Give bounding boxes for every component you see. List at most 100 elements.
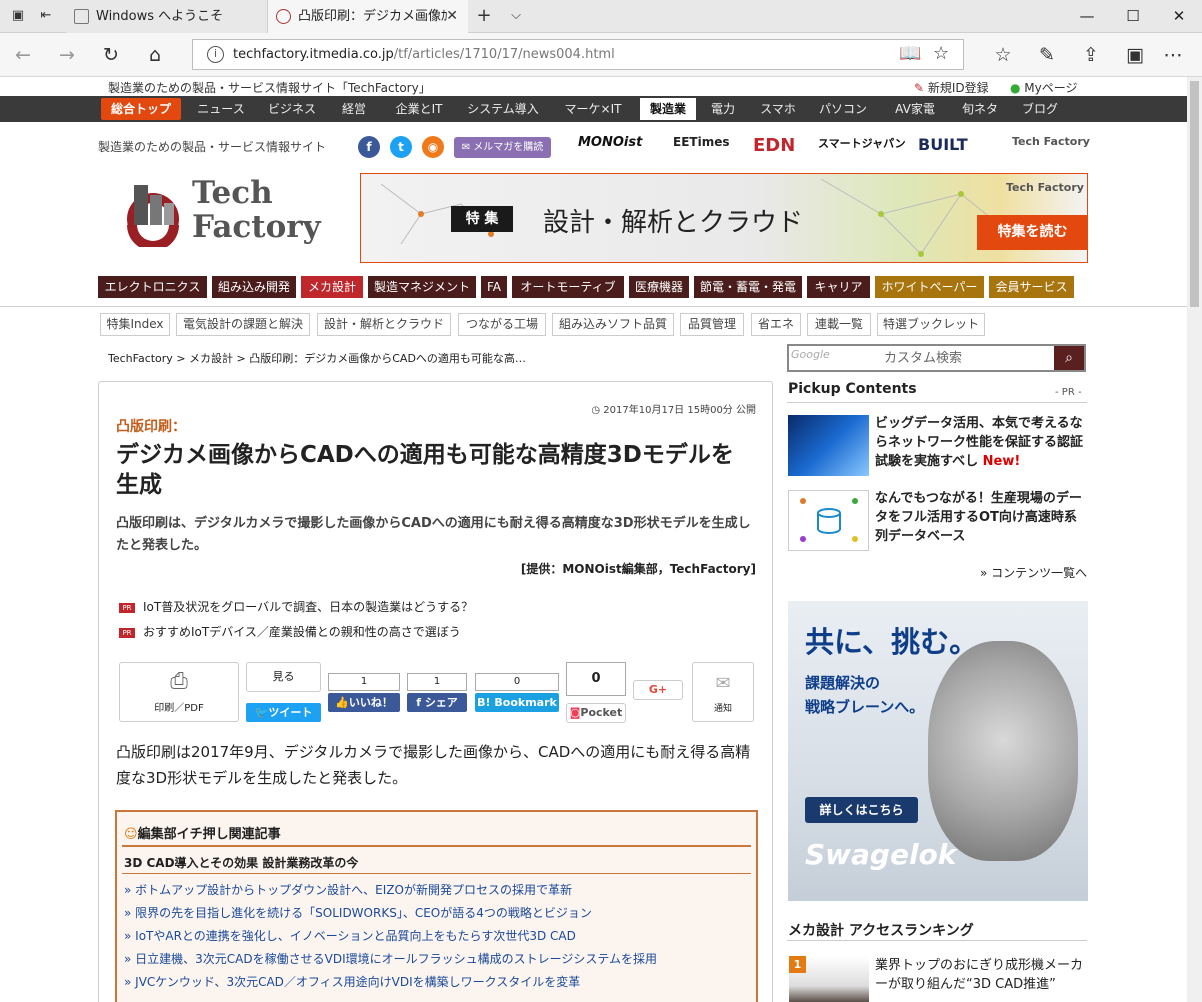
like-button[interactable]: 👍いいね！: [328, 693, 400, 712]
category-item[interactable]: FA: [481, 276, 507, 298]
tab-article[interactable]: 凸版印刷：デジカメ画像ｶ ✕: [268, 0, 468, 33]
google-plus-button[interactable]: G+: [633, 680, 683, 700]
category-item[interactable]: 組み込み開発: [212, 276, 296, 298]
page-scrollbar[interactable]: [1187, 77, 1202, 1002]
new-tab-icon[interactable]: +: [476, 7, 492, 25]
pickup-item[interactable]: ビッグデータ活用、本気で考えるならネットワーク性能を保証する認証試験を実施すべし…: [875, 414, 1087, 471]
gnav-item[interactable]: パソコン: [810, 96, 876, 122]
close-window-button[interactable]: ✕: [1156, 0, 1202, 33]
related-link[interactable]: » IoTやARとの連携を強化し、イノベーションと品質向上をもたらす次世代3D …: [124, 927, 576, 944]
twitter-icon[interactable]: t: [390, 136, 412, 158]
related-link[interactable]: » ボトムアップ設計からトップダウン設計へ、EIZOが新開発プロセスの採用で革新: [124, 881, 572, 898]
subnav-item[interactable]: 省エネ: [751, 313, 801, 336]
reading-view-icon[interactable]: 📖: [899, 43, 921, 64]
related-link[interactable]: » JVCケンウッド、3次元CAD／オフィス用途向けVDIを構築しワークスタイル…: [124, 973, 580, 990]
subnav-item[interactable]: つながる工場: [458, 313, 546, 336]
category-item[interactable]: キャリア: [807, 276, 870, 298]
techfactory-logo[interactable]: Tech Factory: [120, 175, 330, 255]
feature-banner[interactable]: 特 集 設計・解析とクラウド Tech Factory 特集を読む: [360, 173, 1088, 263]
gnav-item[interactable]: 経営: [330, 96, 378, 122]
category-item[interactable]: 会員サービス: [989, 276, 1074, 298]
scrollbar-thumb[interactable]: [1190, 81, 1199, 307]
brand-smartjapan-logo[interactable]: スマートジャパン: [818, 135, 906, 151]
back-icon[interactable]: ←: [10, 42, 36, 68]
pickup-item[interactable]: なんでもつながる！生産現場のデータをフル活用するOT向け高速時系列データベース: [875, 489, 1087, 546]
gnav-item[interactable]: システム導入: [459, 96, 547, 122]
category-item[interactable]: 医療機器: [629, 276, 689, 298]
extension-icon[interactable]: ▣: [1122, 42, 1148, 68]
database-diagram-image[interactable]: [788, 490, 869, 551]
refresh-icon[interactable]: ↻: [98, 42, 124, 68]
mypage-link[interactable]: ● Myページ: [1010, 79, 1078, 96]
share-icon[interactable]: ⇪: [1078, 42, 1104, 68]
address-bar[interactable]: i techfactory.itmedia.co.jp/tf/articles/…: [192, 39, 964, 70]
notify-button[interactable]: ✉ 通知: [692, 662, 754, 722]
gnav-item-active[interactable]: 製造業: [640, 98, 696, 120]
see-tweets-button[interactable]: 見る: [246, 662, 321, 692]
search-icon[interactable]: ⌕: [1054, 346, 1084, 370]
related-link[interactable]: » 限界の先を目指し進化を続ける「SOLIDWORKS」、CEOが語る4つの戦略…: [124, 904, 592, 921]
maximize-button[interactable]: ☐: [1110, 0, 1156, 33]
web-note-icon[interactable]: ✎: [1034, 42, 1060, 68]
favorite-star-icon[interactable]: ☆: [933, 43, 949, 64]
category-item[interactable]: エレクトロニクス: [98, 276, 207, 298]
brand-edn-logo[interactable]: EDN: [753, 135, 795, 156]
tweet-button[interactable]: 🐦ツイート: [246, 703, 321, 722]
gnav-item[interactable]: 電力: [700, 96, 746, 122]
breadcrumb[interactable]: TechFactory > メカ設計 > 凸版印刷：デジカメ画像からCADへの適…: [108, 350, 526, 366]
category-item[interactable]: 製造マネジメント: [368, 276, 476, 298]
swagelok-ad[interactable]: 共に、挑む。 課題解決の 戦略ブレーンへ。 詳しくはこちら Swagelok: [788, 601, 1088, 901]
subnav-item[interactable]: 品質管理: [680, 313, 744, 336]
read-feature-button[interactable]: 特集を読む: [977, 215, 1087, 250]
gnav-item[interactable]: ニュース: [187, 96, 255, 122]
register-link[interactable]: ✎ 新規ID登録: [914, 79, 989, 96]
subnav-item[interactable]: 特集Index: [100, 313, 170, 336]
minimize-button[interactable]: —: [1064, 0, 1110, 33]
tab-manager-icon[interactable]: ▣: [10, 8, 26, 24]
brand-eetimes-logo[interactable]: EETimes: [673, 135, 729, 149]
rss-icon[interactable]: ◉: [422, 136, 444, 158]
gnav-item[interactable]: ビジネス: [258, 96, 326, 122]
custom-search-box[interactable]: Google カスタム検索 ⌕: [787, 344, 1086, 372]
network-cable-image[interactable]: [788, 415, 869, 476]
subnav-item[interactable]: 特選ブックレット: [877, 313, 985, 336]
pr-link[interactable]: PR おすすめIoTデバイス／産業設備との親和性の高さで選ぼう: [119, 623, 461, 640]
category-item[interactable]: 節電・蓄電・発電: [694, 276, 802, 298]
hatena-bookmark-button[interactable]: B! Bookmark: [475, 693, 559, 712]
print-pdf-button[interactable]: ⎙ 印刷／PDF: [119, 662, 239, 722]
forward-icon[interactable]: →: [54, 42, 80, 68]
pocket-button[interactable]: ◙Pocket: [566, 703, 626, 723]
mailmag-button[interactable]: ✉ メルマガを購読: [454, 137, 551, 158]
subnav-item[interactable]: 設計・解析とクラウド: [317, 313, 451, 336]
site-info-icon[interactable]: i: [207, 46, 224, 63]
gnav-item[interactable]: AV家電: [880, 96, 950, 122]
subnav-item[interactable]: 組み込みソフト品質: [552, 313, 674, 336]
gnav-item[interactable]: ブログ: [1010, 96, 1070, 122]
ranking-item[interactable]: 業界トップのおにぎり成形機メーカーが取り組んだ“3D CAD推進”: [875, 956, 1087, 994]
category-item[interactable]: ホワイトペーパー: [875, 276, 984, 298]
pr-link[interactable]: PR IoT普及状況をグローバルで調査、日本の製造業はどうする？: [119, 598, 473, 615]
more-icon[interactable]: ⋯: [1160, 42, 1186, 68]
brand-built-logo[interactable]: BUILT: [918, 135, 968, 154]
set-tabs-aside-icon[interactable]: ⇤: [38, 8, 54, 24]
category-item-active[interactable]: メカ設計: [301, 276, 363, 298]
subnav-item[interactable]: 連載一覧: [807, 313, 871, 336]
brand-techfactory-logo[interactable]: Tech Factory: [1012, 135, 1090, 148]
gnav-item[interactable]: スマホ: [750, 96, 806, 122]
gnav-item[interactable]: 総合トップ: [101, 98, 181, 120]
contents-list-link[interactable]: » コンテンツ一覧へ: [980, 564, 1087, 581]
gnav-item[interactable]: 旬ネタ: [954, 96, 1006, 122]
brand-monoist-logo[interactable]: MONOist: [578, 135, 642, 150]
tab-windows-welcome[interactable]: Windows へようこそ: [66, 0, 268, 33]
home-icon[interactable]: ⌂: [142, 42, 168, 68]
gnav-item[interactable]: 企業とIT: [382, 96, 456, 122]
close-tab-icon[interactable]: ✕: [446, 0, 458, 33]
favorites-hub-icon[interactable]: ☆: [990, 42, 1016, 68]
ad-cta-button[interactable]: 詳しくはこちら: [805, 797, 918, 823]
chevron-down-icon[interactable]: ⌵: [508, 8, 524, 24]
category-item[interactable]: オートモーティブ: [512, 276, 624, 298]
facebook-icon[interactable]: f: [358, 136, 380, 158]
subnav-item[interactable]: 電気設計の課題と解決: [176, 313, 310, 336]
gnav-item[interactable]: マーケ×IT: [551, 96, 635, 122]
related-link[interactable]: » 日立建機、3次元CADを稼働させるVDI環境にオールフラッシュ構成のストレー…: [124, 950, 657, 967]
